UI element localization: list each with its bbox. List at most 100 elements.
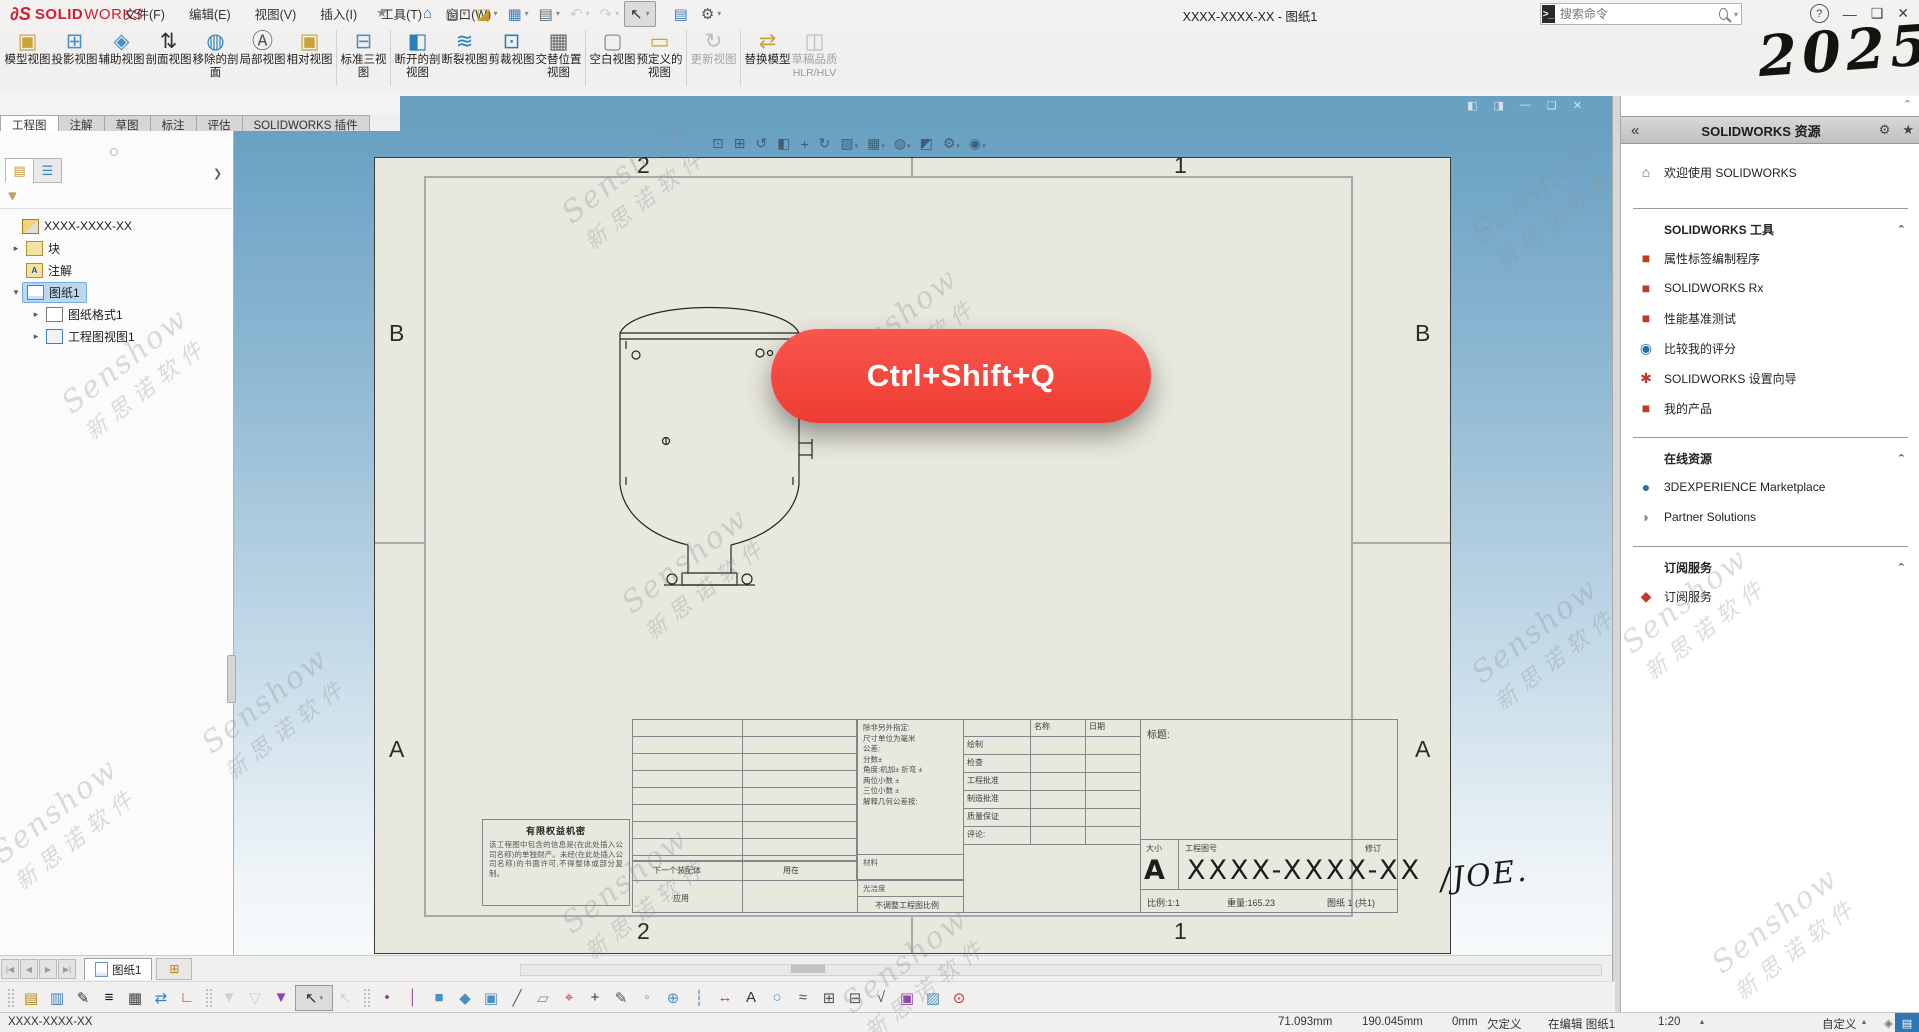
first-sheet-button[interactable]: |◀ [1,959,19,979]
filter-off-icon[interactable]: ▼ [217,986,243,1010]
panel-resize-handle[interactable] [110,148,118,156]
filter-weld-icon[interactable]: ≈ [791,986,817,1010]
hide-show-items-icon[interactable]: ◍▾ [894,135,911,152]
last-sheet-button[interactable]: ▶| [58,959,76,979]
tree-sheet1[interactable]: ▾ 图纸1 [0,281,232,303]
expander-icon[interactable]: ▾ [10,287,22,298]
status-sheet-scale[interactable]: 1:20 [1658,1016,1680,1028]
scale-dropdown-icon[interactable]: ▴ [1700,1017,1704,1026]
filter-coordinate-icon[interactable]: + [583,986,609,1010]
display-style-icon[interactable]: ▦▾ [867,135,885,152]
child-close-icon[interactable]: ✕ [1573,99,1582,112]
removed-section-button[interactable]: ◍ 移除的剖面 [192,27,239,79]
new-file-button[interactable]: ▢ ▾ [440,2,471,26]
select-tool-button[interactable]: ↖ ▾ [624,1,656,27]
line-color-icon[interactable]: ✎ [71,986,97,1010]
replace-model-button[interactable]: ⇄ 替换模型 [744,27,791,67]
layer-icon[interactable]: ▥ [45,986,71,1010]
expander-icon[interactable]: ▸ [10,243,22,254]
sheet-tab[interactable]: 图纸1 [84,958,152,980]
dock-left-icon[interactable]: ◧ [1467,99,1477,112]
search-input[interactable] [1556,7,1719,21]
section-subscription[interactable]: 订阅服务 ⌃ [1621,553,1919,581]
tree-root[interactable]: XXXX-XXXX-XX [0,215,232,237]
filter-centermark-icon[interactable]: ⊕ [661,986,687,1010]
menu-file[interactable]: 文件(F) [112,4,177,23]
child-minimize-icon[interactable]: — [1520,99,1531,112]
filter-hatch-icon[interactable]: ▨ [921,986,947,1010]
filter-midpoint-icon[interactable]: ◦ [635,986,661,1010]
search-dropdown-icon[interactable]: ▾ [1734,10,1738,19]
task-pane-collapse-icon[interactable]: ⌃ [1903,98,1912,111]
break-view-button[interactable]: ≋ 断裂视图 [441,27,488,67]
status-tag-icon[interactable]: ◈ [1884,1016,1893,1030]
grid-origin-icon[interactable]: ∟ [175,986,201,1010]
tab-drawing[interactable]: 工程图 [0,115,58,131]
filter-gtol-icon[interactable]: ⊞ [817,986,843,1010]
filter-sketch-icon[interactable]: ✎ [609,986,635,1010]
add-sheet-button[interactable]: ⊞ [156,958,192,980]
line-style-icon[interactable]: ▦ [123,986,149,1010]
tab-addins[interactable]: SOLIDWORKS 插件 [242,115,370,131]
performance-benchmark-item[interactable]: ■ 性能基准测试 [1621,303,1919,333]
zoom-fit-icon[interactable]: ⊡ [712,135,725,152]
tree-sheet-format1[interactable]: ▸ 图纸格式1 [0,303,232,325]
auxiliary-view-button[interactable]: ◈ 辅助视图 [98,27,145,67]
compare-score-item[interactable]: ◉ 比较我的评分 [1621,333,1919,363]
pin-toolbar-icon[interactable]: ★ [376,5,388,21]
section-online[interactable]: 在线资源 ⌃ [1621,444,1919,472]
filter-centerline-icon[interactable]: ┆ [687,986,713,1010]
expander-icon[interactable]: ▸ [30,309,42,320]
rebuild-button[interactable] [656,2,669,26]
dock-right-icon[interactable]: ◨ [1494,99,1504,112]
welcome-item[interactable]: ⌂ 欢迎使用 SOLIDWORKS [1621,150,1919,194]
rotate-view-icon[interactable]: ↻ [819,135,832,152]
filter-vertices-icon[interactable]: • [375,986,401,1010]
filter-dimension-icon[interactable]: ↔ [713,986,739,1010]
feature-tree-tab[interactable]: ▤ [5,158,34,183]
toolbar-grip3[interactable] [363,988,371,1008]
broken-out-section-button[interactable]: ◧ 断开的剖视图 [394,27,441,79]
status-units[interactable]: 自定义 [1822,1016,1857,1032]
solidworks-rx-item[interactable]: ■ SOLIDWORKS Rx [1621,273,1919,303]
update-view-button[interactable]: ↻ 更新视图 [690,27,737,67]
previous-view-icon[interactable]: ↺ [755,135,768,152]
filter-balloon-icon[interactable]: ○ [765,986,791,1010]
print-button[interactable]: ▤ ▾ [534,2,565,26]
vessel-drawing-view[interactable] [602,289,817,603]
section-chevron-icon[interactable]: ⌃ [1897,561,1906,574]
toolbar-grip[interactable] [7,988,15,1008]
pan-icon[interactable]: + [800,136,809,152]
detail-view-button[interactable]: Ⓐ 局部视图 [239,27,286,67]
edit-appearance-icon[interactable]: ◩ [920,135,934,152]
model-view-button[interactable]: ▣ 模型视图 [4,27,51,67]
save-button[interactable]: ▦ ▾ [502,2,533,26]
section-view-hud-icon[interactable]: ◧ [777,135,791,152]
view-settings-icon[interactable]: ⚙▾ [943,135,960,152]
standard-3view-button[interactable]: ⊟ 标准三视图 [340,27,387,79]
line-thickness-icon[interactable]: ≡ [97,986,123,1010]
menu-insert[interactable]: 插入(I) [308,4,369,23]
filter-connection-icon[interactable]: ⊙ [947,986,973,1010]
tab-sketch[interactable]: 草图 [104,115,150,131]
undo-button[interactable]: ↶ ▾ [565,2,595,26]
subscription-item[interactable]: ◆ 订阅服务 [1621,581,1919,611]
filter-origin-icon[interactable]: ⌖ [557,986,583,1010]
filter-edges-icon[interactable]: │ [401,986,427,1010]
section-tools[interactable]: SOLIDWORKS 工具 ⌃ [1621,215,1919,243]
filter-surface-icon[interactable]: ◆ [453,986,479,1010]
horizontal-scrollbar[interactable] [520,964,1602,976]
layer-properties-icon[interactable]: ▤ [19,986,45,1010]
menu-view[interactable]: 视图(V) [243,4,309,23]
panel-flyout-arrow[interactable]: ❯ [213,167,222,180]
marketplace-item[interactable]: ● 3DEXPERIENCE Marketplace [1621,472,1919,502]
section-divider2[interactable] [1633,423,1908,438]
tree-annotations[interactable]: A 注解 [0,259,232,281]
alternate-position-button[interactable]: ▦ 交替位置视图 [535,27,582,79]
view-orientation-icon[interactable]: ▧▾ [840,135,858,152]
section-chevron-icon[interactable]: ⌃ [1897,223,1906,236]
file-properties-button[interactable]: ▤ [669,2,696,26]
tree-drawing-view1[interactable]: ▸ 工程图视图1 [0,325,232,347]
property-tab-builder-item[interactable]: ■ 属性标签编制程序 [1621,243,1919,273]
section-view-button[interactable]: ⇅ 剖面视图 [145,27,192,67]
